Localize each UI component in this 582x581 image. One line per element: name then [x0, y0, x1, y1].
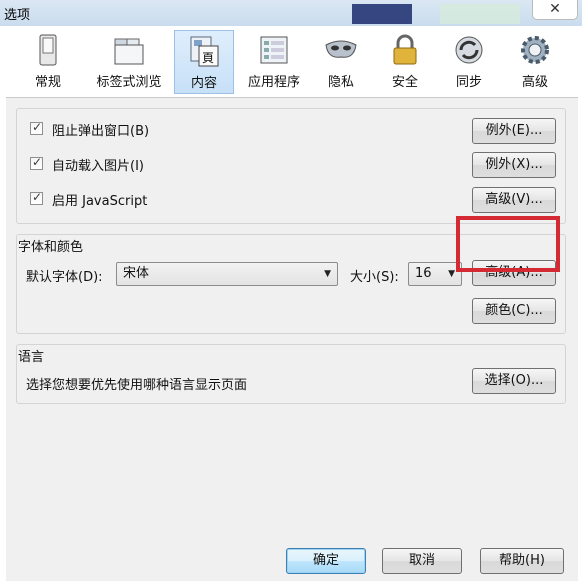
enable-javascript-label: 启用 JavaScript: [52, 194, 148, 209]
images-exceptions-button[interactable]: 例外(X)...: [472, 152, 556, 178]
block-popups-label: 阻止弹出窗口(B): [52, 124, 150, 139]
background-window-fragment-2: [440, 4, 520, 24]
fonts-colors-title: 字体和颜色: [18, 240, 84, 255]
choose-language-button[interactable]: 选择(O)...: [472, 368, 556, 394]
tab-security-label: 安全: [391, 75, 418, 90]
padlock-icon: [393, 34, 417, 65]
chevron-down-icon: ▼: [448, 269, 455, 279]
switch-icon: [39, 34, 57, 66]
default-font-label: 默认字体(D):: [26, 270, 103, 285]
ok-button[interactable]: 确定: [286, 548, 366, 574]
default-font-select[interactable]: 宋体 ▼: [116, 262, 338, 286]
tab-content-label: 内容: [190, 76, 217, 91]
tabs-window-icon: [114, 38, 144, 65]
tab-advanced-label: 高级: [521, 75, 548, 90]
background-window-fragment: [352, 4, 412, 24]
chevron-down-icon: ▼: [324, 269, 331, 279]
options-dialog: 常规 标签式浏览 頁 内容 应用程序 隐私 安全 同步 高级 ✓ 阻止弹出窗口(…: [6, 26, 578, 581]
window-title: 选项: [4, 8, 31, 23]
tab-applications-label: 应用程序: [247, 75, 300, 90]
svg-text:頁: 頁: [202, 51, 214, 65]
applications-icon: [260, 36, 288, 64]
close-window-button[interactable]: ✕: [532, 0, 578, 20]
default-font-value: 宋体: [123, 266, 150, 281]
tab-sync[interactable]: 同步: [444, 30, 494, 94]
tab-general[interactable]: 常规: [20, 30, 76, 94]
font-size-label: 大小(S):: [350, 270, 399, 285]
content-page-icon: 頁: [190, 36, 219, 67]
tab-tabs[interactable]: 标签式浏览: [84, 30, 174, 94]
load-images-label: 自动载入图片(I): [52, 159, 144, 174]
font-size-value: 16: [415, 266, 432, 281]
tab-sync-label: 同步: [455, 75, 482, 90]
tab-security[interactable]: 安全: [380, 30, 430, 94]
colors-button[interactable]: 颜色(C)...: [472, 298, 556, 324]
language-description: 选择您想要优先使用哪种语言显示页面: [26, 378, 248, 393]
language-title: 语言: [18, 350, 45, 365]
tab-advanced[interactable]: 高级: [508, 30, 562, 94]
load-images-checkbox[interactable]: [30, 155, 43, 170]
sync-icon: [455, 36, 483, 64]
popups-exceptions-button[interactable]: 例外(E)...: [472, 118, 556, 144]
tab-privacy-label: 隐私: [327, 75, 354, 90]
highlight-box: [456, 216, 560, 272]
category-toolbar: 常规 标签式浏览 頁 内容 应用程序 隐私 安全 同步 高级: [6, 26, 578, 98]
help-button[interactable]: 帮助(H): [480, 548, 564, 574]
tab-general-label: 常规: [34, 75, 61, 90]
cancel-button[interactable]: 取消: [382, 548, 462, 574]
enable-javascript-checkbox[interactable]: [30, 190, 43, 205]
tab-applications[interactable]: 应用程序: [242, 30, 306, 94]
tab-privacy[interactable]: 隐私: [316, 30, 366, 94]
font-size-select[interactable]: 16 ▼: [408, 262, 462, 286]
tab-tabs-label: 标签式浏览: [96, 75, 162, 90]
javascript-advanced-button[interactable]: 高级(V)...: [472, 187, 556, 213]
title-bar: 选项 ✕: [0, 0, 582, 26]
block-popups-checkbox[interactable]: [30, 120, 43, 135]
tab-content[interactable]: 頁 内容: [174, 30, 234, 94]
mask-icon: [325, 40, 357, 58]
gear-icon: [521, 36, 549, 64]
